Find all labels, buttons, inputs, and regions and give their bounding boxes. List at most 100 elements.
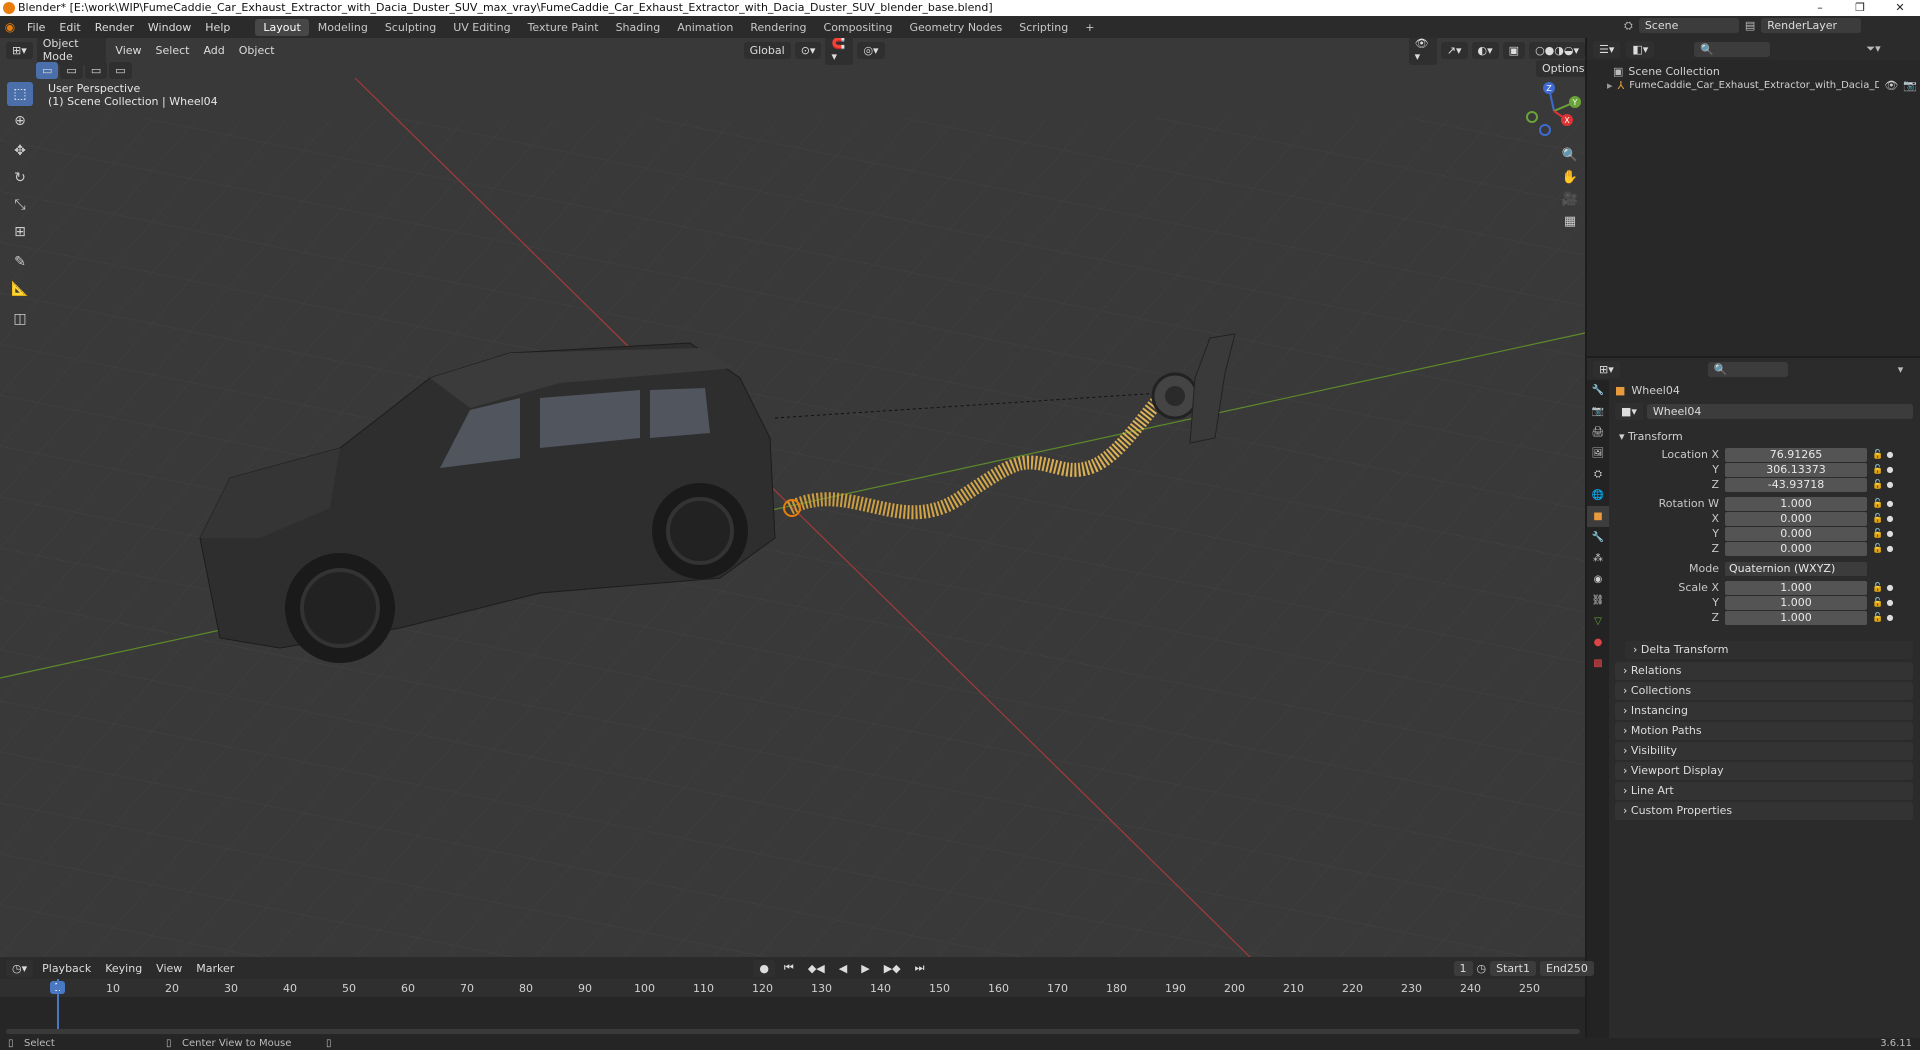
location-z-field[interactable]: -43.93718	[1725, 477, 1867, 492]
rotation-z-field[interactable]: 0.000	[1725, 541, 1867, 556]
menu-edit[interactable]: Edit	[52, 21, 87, 34]
play-reverse-icon[interactable]: ◀	[834, 960, 852, 977]
collections-panel[interactable]: › Collections	[1615, 682, 1913, 700]
modifier-tab-icon[interactable]: 🔧	[1587, 527, 1609, 548]
lock-icon[interactable]: 🔓	[1871, 613, 1885, 623]
transform-orientation-selector[interactable]: Global	[743, 41, 791, 59]
world-tab-icon[interactable]: 🌐	[1587, 485, 1609, 506]
select-subtract-icon[interactable]: ▭	[84, 62, 108, 79]
keyframe-dot-icon[interactable]: ●	[1885, 583, 1895, 592]
timeline-scrollbar[interactable]	[6, 1029, 1580, 1034]
prev-keyframe-icon[interactable]: ◆◀	[803, 960, 830, 977]
rotation-x-field[interactable]: 0.000	[1725, 511, 1867, 526]
outliner-item[interactable]: ▸ ⅄ FumeCaddie_Car_Exhaust_Extractor_wit…	[1607, 79, 1917, 92]
physics-tab-icon[interactable]: ◉	[1587, 569, 1609, 590]
menu-render[interactable]: Render	[88, 21, 141, 34]
select-intersect-icon[interactable]: ▭	[109, 62, 132, 79]
move-tool-icon[interactable]: ✥	[7, 139, 33, 163]
keyframe-dot-icon[interactable]: ●	[1885, 613, 1895, 622]
visibility-panel[interactable]: › Visibility	[1615, 742, 1913, 760]
line-art-panel[interactable]: › Line Art	[1615, 782, 1913, 800]
tab-geometry-nodes[interactable]: Geometry Nodes	[901, 19, 1010, 36]
motion-paths-panel[interactable]: › Motion Paths	[1615, 722, 1913, 740]
close-button[interactable]: ✕	[1880, 0, 1920, 16]
viewport-menu-select[interactable]: Select	[151, 42, 195, 59]
play-icon[interactable]: ▶	[856, 960, 874, 977]
lock-icon[interactable]: 🔓	[1871, 480, 1885, 490]
keyframe-dot-icon[interactable]: ●	[1885, 598, 1895, 607]
view-layer-tab-icon[interactable]: 🖼	[1587, 443, 1609, 464]
outliner-search-input[interactable]: 🔍	[1694, 41, 1771, 57]
properties-options-icon[interactable]: ▾	[1898, 363, 1904, 376]
lock-icon[interactable]: 🔓	[1871, 529, 1885, 539]
tab-sculpting[interactable]: Sculpting	[377, 19, 444, 36]
instancing-panel[interactable]: › Instancing	[1615, 702, 1913, 720]
tab-compositing[interactable]: Compositing	[816, 19, 901, 36]
viewport-menu-view[interactable]: View	[110, 42, 146, 59]
editor-type-button[interactable]: ⊞▾	[6, 41, 33, 59]
lock-icon[interactable]: 🔓	[1871, 450, 1885, 460]
location-y-field[interactable]: 306.13373	[1725, 462, 1867, 477]
navigation-gizmo[interactable]: Z Y X	[1525, 82, 1583, 140]
transform-panel-header[interactable]: ▾ Transform	[1615, 428, 1913, 446]
camera-view-icon[interactable]: 🎥	[1558, 188, 1582, 210]
xray-toggle-icon[interactable]: ▣	[1502, 41, 1526, 59]
overlay-toggle-icon[interactable]: ◐▾	[1471, 41, 1499, 59]
lock-icon[interactable]: 🔓	[1871, 499, 1885, 509]
gizmo-toggle-icon[interactable]: ↗▾	[1440, 41, 1468, 59]
scene-selector[interactable]: Scene	[1638, 18, 1739, 33]
rotation-y-field[interactable]: 0.000	[1725, 526, 1867, 541]
rotate-tool-icon[interactable]: ↻	[7, 166, 33, 190]
datablock-type-icon[interactable]: ■▾	[1615, 403, 1643, 420]
timeline-menu-view[interactable]: View	[151, 960, 187, 977]
select-extend-icon[interactable]: ▭	[60, 62, 83, 79]
proportional-edit-icon[interactable]: ◎▾	[857, 41, 885, 59]
custom-properties-panel[interactable]: › Custom Properties	[1615, 802, 1913, 820]
preview-range-clock-icon[interactable]: ◷	[1477, 962, 1487, 975]
pivot-point-icon[interactable]: ⊙▾	[794, 41, 822, 59]
keyframe-dot-icon[interactable]: ●	[1885, 499, 1895, 508]
add-cube-tool-icon[interactable]: ◫	[7, 307, 33, 331]
select-box-tool-icon[interactable]: ⬚	[7, 82, 33, 106]
end-frame-field[interactable]: End 250	[1540, 960, 1594, 976]
keyframe-dot-icon[interactable]: ●	[1885, 465, 1895, 474]
tab-animation[interactable]: Animation	[669, 19, 741, 36]
keyframe-dot-icon[interactable]: ●	[1885, 480, 1895, 489]
snap-icon[interactable]: 🧲▾	[825, 38, 854, 65]
render-tab-icon[interactable]: 📷	[1587, 401, 1609, 422]
timeline-menu-marker[interactable]: Marker	[191, 960, 239, 977]
scale-y-field[interactable]: 1.000	[1725, 595, 1867, 610]
delta-transform-panel[interactable]: › Delta Transform	[1625, 641, 1913, 659]
scale-tool-icon[interactable]: ⤡	[7, 193, 33, 217]
scene-tab-icon[interactable]: ⛭	[1587, 464, 1609, 485]
timeline-ruler[interactable]: 1 10 20 30 40 50 60 70 80 90 100 110 120…	[0, 979, 1585, 997]
current-frame-field[interactable]: 1	[1453, 960, 1473, 976]
particles-tab-icon[interactable]: ⁂	[1587, 548, 1609, 569]
scale-z-field[interactable]: 1.000	[1725, 610, 1867, 625]
timeline-menu-keying[interactable]: Keying	[100, 960, 147, 977]
options-button[interactable]: Options	[1536, 60, 1585, 77]
rotation-w-field[interactable]: 1.000	[1725, 496, 1867, 511]
render-camera-icon[interactable]: 📷	[1903, 79, 1917, 92]
keyframe-dot-icon[interactable]: ●	[1885, 450, 1895, 459]
lock-icon[interactable]: 🔓	[1871, 514, 1885, 524]
pan-hand-icon[interactable]: ✋	[1558, 166, 1582, 188]
measure-tool-icon[interactable]: 📐	[7, 277, 33, 301]
menu-file[interactable]: File	[20, 21, 52, 34]
jump-end-icon[interactable]: ⏭	[910, 959, 930, 977]
keyframe-dot-icon[interactable]: ●	[1885, 544, 1895, 553]
lock-icon[interactable]: 🔓	[1871, 583, 1885, 593]
timeline-editor-type-icon[interactable]: ◷▾	[6, 959, 34, 977]
visibility-eye-icon[interactable]: 👁	[1884, 79, 1898, 92]
filter-icon[interactable]: ⏷▾	[1866, 42, 1880, 56]
constraints-tab-icon[interactable]: ⛓	[1587, 590, 1609, 611]
lock-icon[interactable]: 🔓	[1871, 544, 1885, 554]
display-mode-icon[interactable]: ◧▾	[1626, 40, 1655, 58]
viewport-display-panel[interactable]: › Viewport Display	[1615, 762, 1913, 780]
mode-selector[interactable]: Object Mode	[36, 38, 107, 65]
menu-window[interactable]: Window	[141, 21, 198, 34]
view-layer-selector[interactable]: RenderLayer	[1761, 18, 1862, 33]
keyframe-dot-icon[interactable]: ●	[1885, 529, 1895, 538]
tab-layout[interactable]: Layout	[255, 18, 309, 36]
viewport-menu-object[interactable]: Object	[234, 42, 280, 59]
